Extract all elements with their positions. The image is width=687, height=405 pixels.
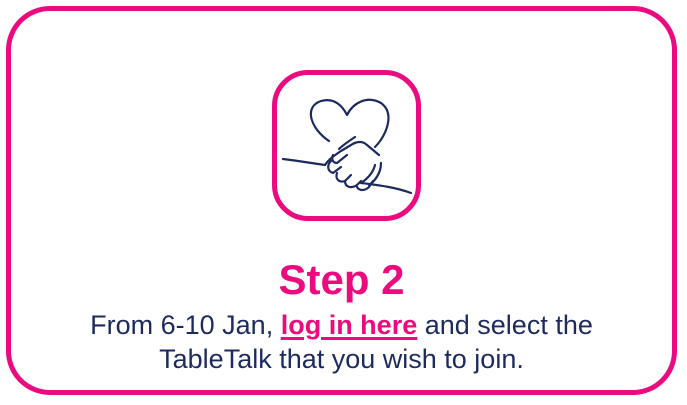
step-title: Step 2: [278, 256, 405, 303]
desc-suffix: and select the: [417, 310, 593, 340]
icon-frame: [272, 70, 421, 221]
step-card: Step 2 From 6-10 Jan, log in here and se…: [6, 6, 677, 395]
handshake-heart-icon: [281, 98, 413, 195]
login-link[interactable]: log in here: [281, 310, 418, 340]
desc-prefix: From 6-10 Jan,: [90, 310, 281, 340]
step-description: From 6-10 Jan, log in here and select th…: [11, 308, 672, 376]
desc-line-2: TableTalk that you wish to join.: [159, 344, 524, 374]
